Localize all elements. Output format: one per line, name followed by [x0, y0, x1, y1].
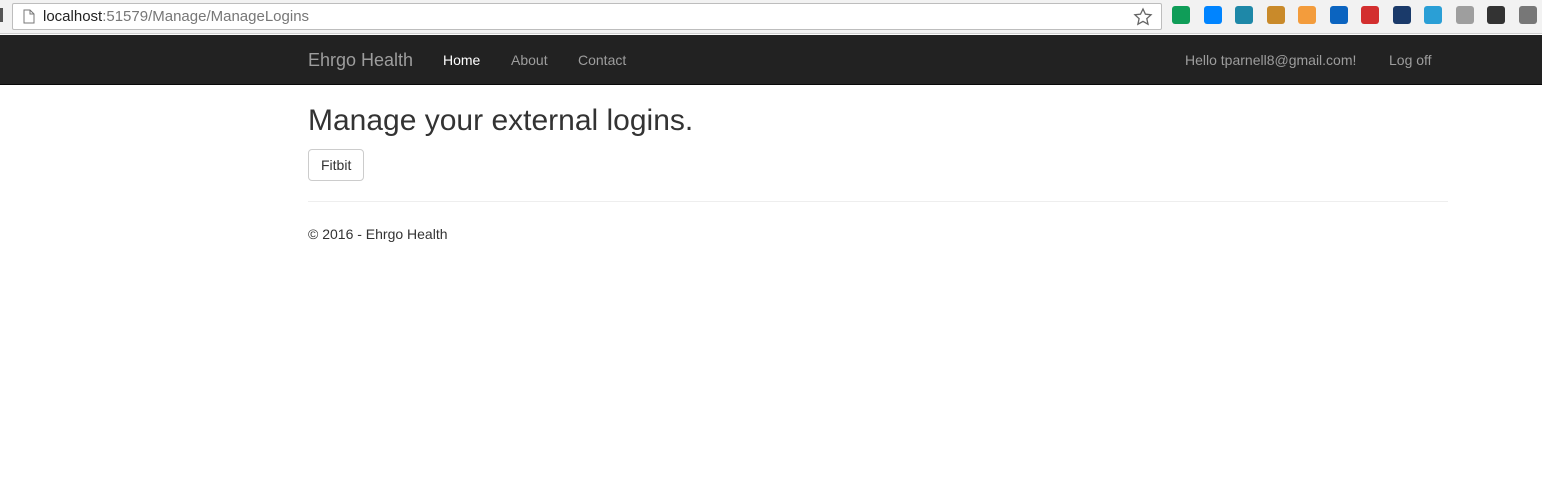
page-title: Manage your external logins. — [308, 104, 694, 137]
b-icon[interactable] — [1487, 6, 1505, 24]
nav-home[interactable]: Home — [443, 52, 480, 68]
navbar: Ehrgo Health Home About Contact Hello tp… — [0, 35, 1542, 85]
sync-icon[interactable] — [1424, 6, 1442, 24]
browser-toolbar: localhost:51579/Manage/ManageLogins — [0, 0, 1542, 34]
window-edge — [0, 8, 3, 22]
brand-link[interactable]: Ehrgo Health — [308, 50, 413, 71]
logoff-link[interactable]: Log off — [1389, 52, 1432, 68]
nav-contact[interactable]: Contact — [578, 52, 626, 68]
fitbit-login-button[interactable]: Fitbit — [308, 149, 365, 181]
page-icon — [19, 7, 39, 27]
address-bar[interactable]: localhost:51579/Manage/ManageLogins — [12, 3, 1162, 30]
app-icon[interactable] — [1392, 6, 1411, 24]
hangouts-icon[interactable] — [1172, 6, 1190, 24]
messenger-icon[interactable] — [1203, 6, 1222, 24]
user-greeting-link[interactable]: Hello tparnell8@gmail.com! — [1185, 52, 1356, 68]
divider — [308, 201, 1448, 202]
url-text[interactable]: localhost:51579/Manage/ManageLogins — [43, 8, 309, 25]
gear-icon[interactable] — [1455, 6, 1474, 24]
feed-icon[interactable] — [1518, 6, 1537, 24]
footer-text: © 2016 - Ehrgo Health — [308, 226, 448, 242]
bookmark-icon[interactable] — [1266, 6, 1285, 24]
skype-icon[interactable] — [1329, 6, 1348, 24]
nav-about[interactable]: About — [511, 52, 548, 68]
extension-icons — [1172, 6, 1542, 28]
splat-icon[interactable] — [1361, 6, 1379, 24]
rss-icon[interactable] — [1298, 6, 1316, 24]
bookmark-star-icon[interactable] — [1133, 7, 1153, 27]
wave-icon[interactable] — [1235, 6, 1253, 24]
